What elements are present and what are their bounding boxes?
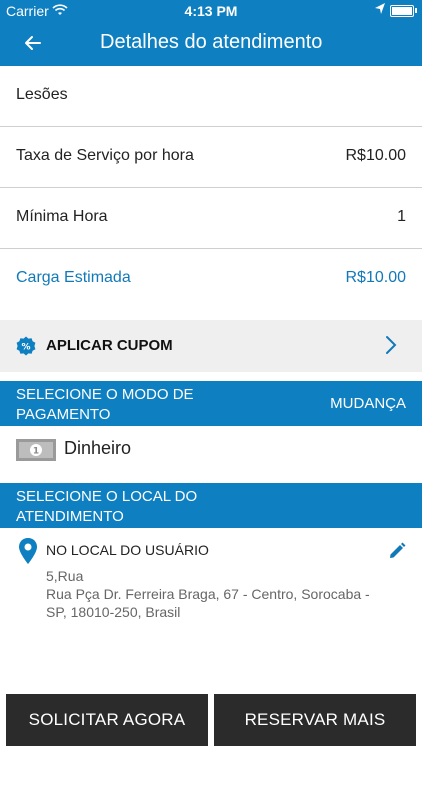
apply-coupon-label: APLICAR CUPOM xyxy=(46,337,173,354)
address-line-2: Rua Pça Dr. Ferreira Braga, 67 - Centro,… xyxy=(46,586,370,602)
payment-method-label: Dinheiro xyxy=(64,438,132,458)
payment-method-row[interactable]: 1 Dinheiro xyxy=(0,426,422,480)
status-bar: Carrier 4:13 PM xyxy=(0,0,422,22)
row-value: R$10.00 xyxy=(345,147,407,164)
address-line-1: 5,Rua xyxy=(46,568,84,584)
clock: 4:13 PM xyxy=(184,3,238,19)
address-line-3: SP, 18010-250, Brasil xyxy=(46,604,181,620)
row-value: R$10.00 xyxy=(345,269,407,286)
nav-bar: Detalhes do atendimento xyxy=(0,22,422,66)
row-label: Mínima Hora xyxy=(16,208,108,225)
back-arrow-icon[interactable] xyxy=(18,28,48,58)
svg-text:%: % xyxy=(21,343,30,353)
row-label: Lesões xyxy=(16,86,68,103)
page-title: Detalhes do atendimento xyxy=(100,31,323,53)
request-now-button[interactable]: SOLICITAR AGORA xyxy=(6,694,208,746)
row-injuries[interactable]: Lesões xyxy=(0,66,422,127)
service-location-header: SELECIONE O LOCAL DO ATENDIMENTO xyxy=(0,483,422,528)
row-minimum-hour: Mínima Hora 1 xyxy=(0,188,422,249)
chevron-right-icon xyxy=(386,336,397,354)
change-payment-button[interactable]: MUDANÇA xyxy=(330,395,406,412)
row-label: Carga Estimada xyxy=(16,269,131,286)
svg-text:1: 1 xyxy=(33,447,39,457)
payment-mode-header: SELECIONE O MODO DE PAGAMENTO MUDANÇA xyxy=(0,381,422,426)
book-later-button[interactable]: RESERVAR MAIS TARDE xyxy=(214,694,416,781)
location-pin-icon xyxy=(19,538,37,564)
row-estimated-charge: Carga Estimada R$10.00 xyxy=(0,249,422,309)
service-location-card: NO LOCAL DO USUÁRIO 5,Rua Rua Pça Dr. Fe… xyxy=(0,530,422,650)
edit-pencil-icon[interactable] xyxy=(388,542,406,560)
row-hourly-rate: Taxa de Serviço por hora R$10.00 xyxy=(0,127,422,188)
location-arrow-icon xyxy=(375,3,385,14)
battery-tip xyxy=(415,8,417,13)
payment-mode-title: SELECIONE O MODO DE PAGAMENTO xyxy=(16,386,194,423)
cash-icon: 1 xyxy=(16,439,56,461)
row-value: 1 xyxy=(397,208,406,225)
row-label: Taxa de Serviço por hora xyxy=(16,147,194,164)
location-type: NO LOCAL DO USUÁRIO xyxy=(46,542,209,558)
service-location-title: SELECIONE O LOCAL DO ATENDIMENTO xyxy=(16,488,198,525)
apply-coupon-button[interactable]: % APLICAR CUPOM xyxy=(0,320,422,372)
percent-icon: % xyxy=(16,336,36,356)
action-footer: SOLICITAR AGORA RESERVAR MAIS TARDE xyxy=(0,690,422,781)
battery-icon xyxy=(390,5,414,17)
